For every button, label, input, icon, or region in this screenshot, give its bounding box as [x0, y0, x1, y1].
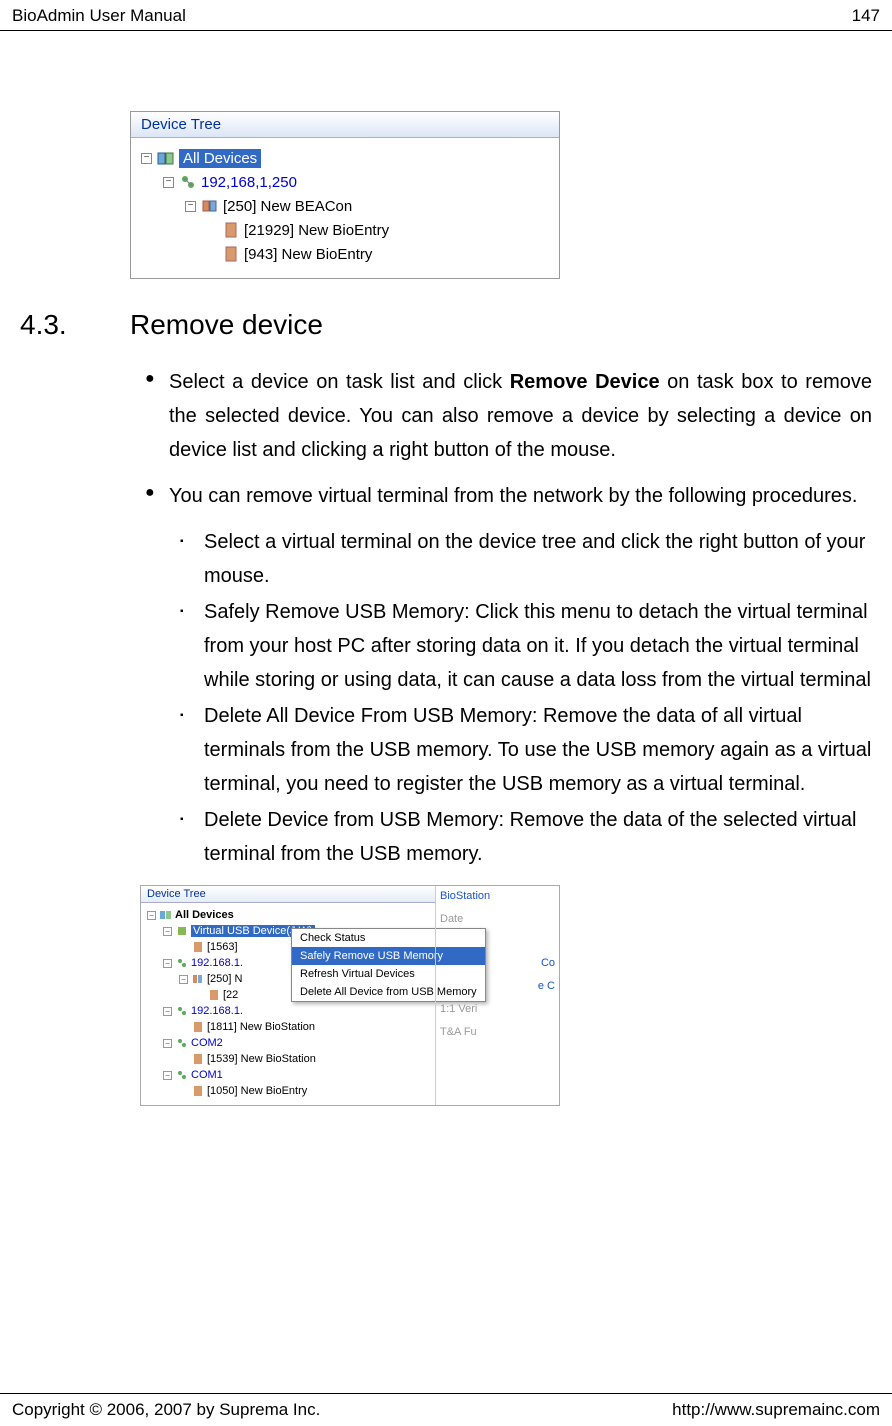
expand-icon: − — [163, 1039, 172, 1048]
sub-bullet-item: ▪ Delete Device from USB Memory: Remove … — [180, 803, 872, 871]
panel-label: 1:1 Veri — [440, 1003, 555, 1015]
device-node: [21929] New BioEntry — [244, 222, 389, 239]
section-number: 4.3. — [20, 309, 130, 341]
sub-bullet-list: ▪ Select a virtual terminal on the devic… — [180, 525, 872, 871]
serial-icon — [175, 1036, 189, 1050]
bullet-icon: ● — [145, 365, 169, 467]
bullet-text: You can remove virtual terminal from the… — [169, 479, 858, 513]
devices-icon — [159, 908, 173, 922]
ip-node: 192,168,1,250 — [201, 174, 297, 191]
sub-bullet-icon: ▪ — [180, 699, 204, 801]
device-node: [943] New BioEntry — [244, 246, 372, 263]
device-tree: − All Devices − 192,168,1,250 − [250] Ne… — [131, 138, 559, 278]
panel-label: BioStation — [440, 890, 555, 902]
device-icon — [221, 221, 241, 239]
sub-bullet-item: ▪ Select a virtual terminal on the devic… — [180, 525, 872, 593]
section-title: Remove device — [130, 309, 323, 341]
sub-bullet-text: Delete Device from USB Memory: Remove th… — [204, 803, 872, 871]
device-tree-screenshot-1: Device Tree − All Devices − 192,168,1,25… — [130, 111, 560, 279]
bullet-item: ● Select a device on task list and click… — [145, 365, 872, 467]
ip-node: 192.168.1. — [191, 957, 243, 969]
sub-bullet-item: ▪ Safely Remove USB Memory: Click this m… — [180, 595, 872, 697]
expand-icon: − — [147, 911, 156, 920]
sub-bullet-item: ▪ Delete All Device From USB Memory: Rem… — [180, 699, 872, 801]
footer-url: http://www.supremainc.com — [672, 1400, 880, 1420]
expand-icon: − — [163, 177, 174, 188]
sub-bullet-text: Safely Remove USB Memory: Click this men… — [204, 595, 872, 697]
expand-icon: − — [185, 201, 196, 212]
sub-bullet-text: Delete All Device From USB Memory: Remov… — [204, 699, 872, 801]
bullet-text: Select a device on task list and click — [169, 371, 510, 393]
right-panel: BioStation Date Co e C 1:1 Veri T&A Fu — [435, 886, 559, 1105]
network-icon — [175, 956, 189, 970]
panel-label: T&A Fu — [440, 1026, 555, 1038]
device-group-icon — [200, 197, 220, 215]
expand-icon: − — [163, 1007, 172, 1016]
copyright-text: Copyright © 2006, 2007 by Suprema Inc. — [12, 1400, 320, 1420]
device-node: [1539] New BioStation — [207, 1053, 316, 1065]
bullet-bold: Remove Device — [510, 371, 660, 393]
expand-icon: − — [141, 153, 152, 164]
panel-title: Device Tree — [131, 112, 559, 138]
device-icon — [191, 1052, 205, 1066]
root-node: All Devices — [179, 149, 261, 168]
page-content: Device Tree − All Devices − 192,168,1,25… — [0, 31, 892, 1106]
ip-node: 192.168.1. — [191, 1005, 243, 1017]
device-icon — [191, 1084, 205, 1098]
device-node: [250] New BEACon — [223, 198, 352, 215]
device-icon — [191, 940, 205, 954]
section-heading: 4.3. Remove device — [20, 309, 872, 341]
device-node: [1563] — [207, 941, 238, 953]
expand-icon: − — [163, 927, 172, 936]
device-icon — [191, 1020, 205, 1034]
sub-bullet-icon: ▪ — [180, 595, 204, 697]
panel-label: Co — [440, 957, 555, 969]
panel-label: Date — [440, 913, 555, 925]
page-number: 147 — [852, 6, 880, 26]
com-node: COM1 — [191, 1069, 223, 1081]
device-node: [1050] New BioEntry — [207, 1085, 307, 1097]
network-icon — [178, 173, 198, 191]
device-tree-screenshot-2: Device Tree − All Devices − Virtual USB … — [140, 885, 560, 1106]
expand-icon: − — [163, 959, 172, 968]
sub-bullet-icon: ▪ — [180, 803, 204, 871]
sub-bullet-text: Select a virtual terminal on the device … — [204, 525, 872, 593]
device-group-icon — [191, 972, 205, 986]
header-left: BioAdmin User Manual — [12, 6, 186, 26]
com-node: COM2 — [191, 1037, 223, 1049]
sub-bullet-icon: ▪ — [180, 525, 204, 593]
panel-title: Device Tree — [141, 886, 435, 903]
serial-icon — [175, 1068, 189, 1082]
device-node: [250] N — [207, 973, 242, 985]
usb-icon — [175, 924, 189, 938]
bullet-list: ● Select a device on task list and click… — [145, 365, 872, 513]
devices-icon — [156, 149, 176, 167]
device-node: [22 — [223, 989, 238, 1001]
expand-icon: − — [163, 1071, 172, 1080]
bullet-icon: ● — [145, 479, 169, 513]
expand-icon: − — [179, 975, 188, 984]
network-icon — [175, 1004, 189, 1018]
bullet-item: ● You can remove virtual terminal from t… — [145, 479, 872, 513]
root-node: All Devices — [175, 909, 234, 921]
device-icon — [221, 245, 241, 263]
page-header: BioAdmin User Manual 147 — [0, 0, 892, 31]
device-node: [1811] New BioStation — [207, 1021, 315, 1033]
page-footer: Copyright © 2006, 2007 by Suprema Inc. h… — [0, 1393, 892, 1426]
device-icon — [207, 988, 221, 1002]
panel-label: e C — [440, 980, 555, 992]
